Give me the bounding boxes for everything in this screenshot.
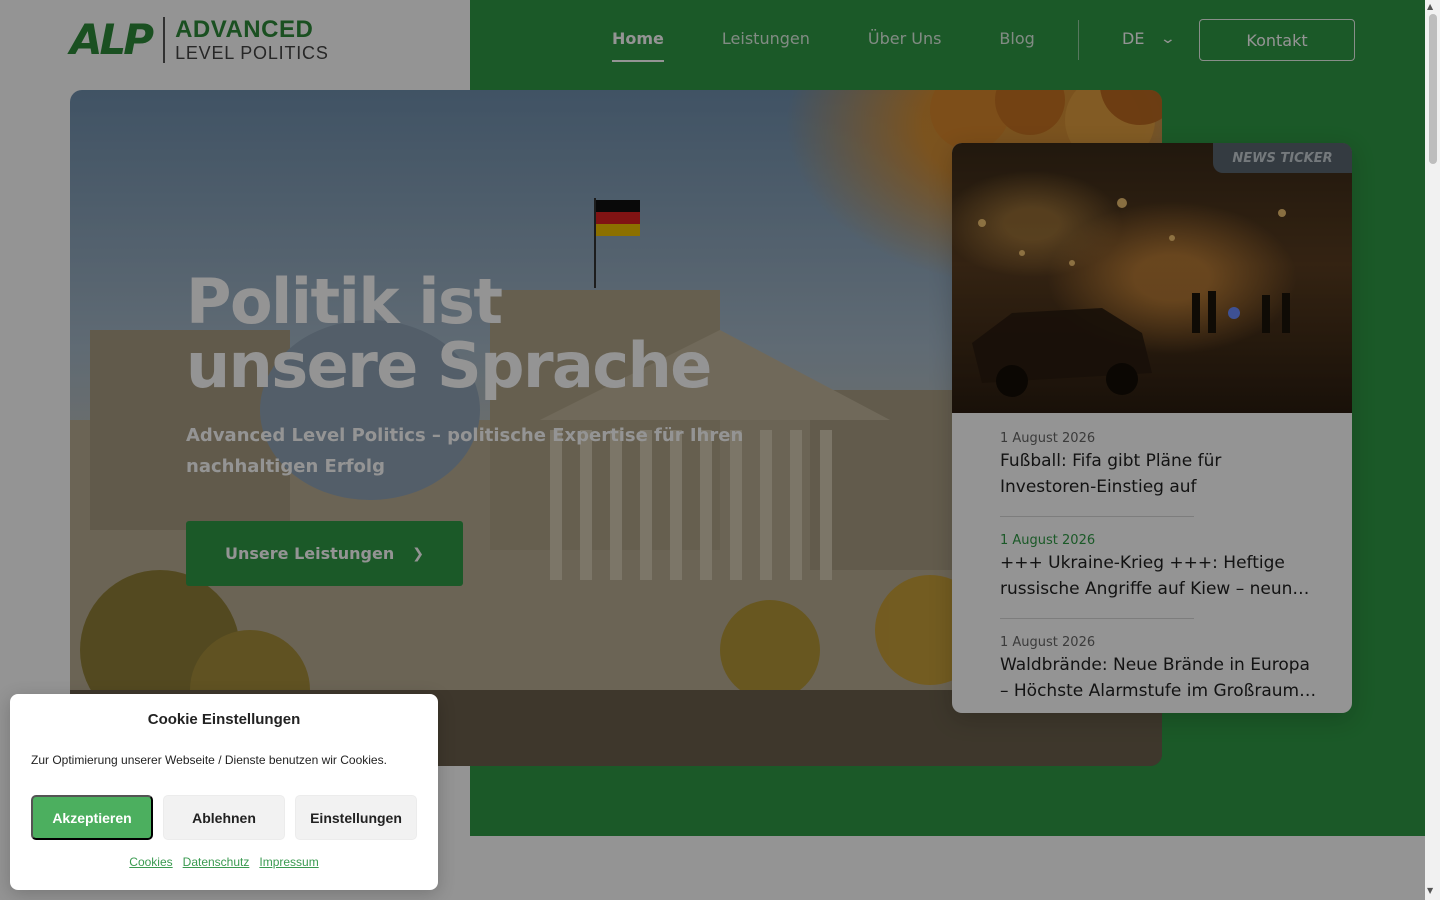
cookie-text: Zur Optimierung unserer Webseite / Diens…	[31, 753, 387, 767]
accept-cookies-button[interactable]: Akzeptieren	[31, 795, 153, 840]
cookie-consent-dialog: Cookie Einstellungen Zur Optimierung uns…	[10, 694, 438, 890]
scroll-up-icon[interactable]: ▲	[1427, 2, 1433, 11]
deny-cookies-button[interactable]: Ablehnen	[163, 795, 285, 840]
cookies-link[interactable]: Cookies	[129, 855, 172, 869]
datenschutz-link[interactable]: Datenschutz	[183, 855, 250, 869]
impressum-link[interactable]: Impressum	[259, 855, 318, 869]
scroll-down-icon[interactable]: ▼	[1427, 886, 1433, 895]
cookie-links: Cookies Datenschutz Impressum	[10, 855, 438, 869]
scrollbar-thumb[interactable]	[1429, 14, 1437, 164]
cookie-settings-button[interactable]: Einstellungen	[295, 795, 417, 840]
cookie-title: Cookie Einstellungen	[147, 711, 301, 728]
